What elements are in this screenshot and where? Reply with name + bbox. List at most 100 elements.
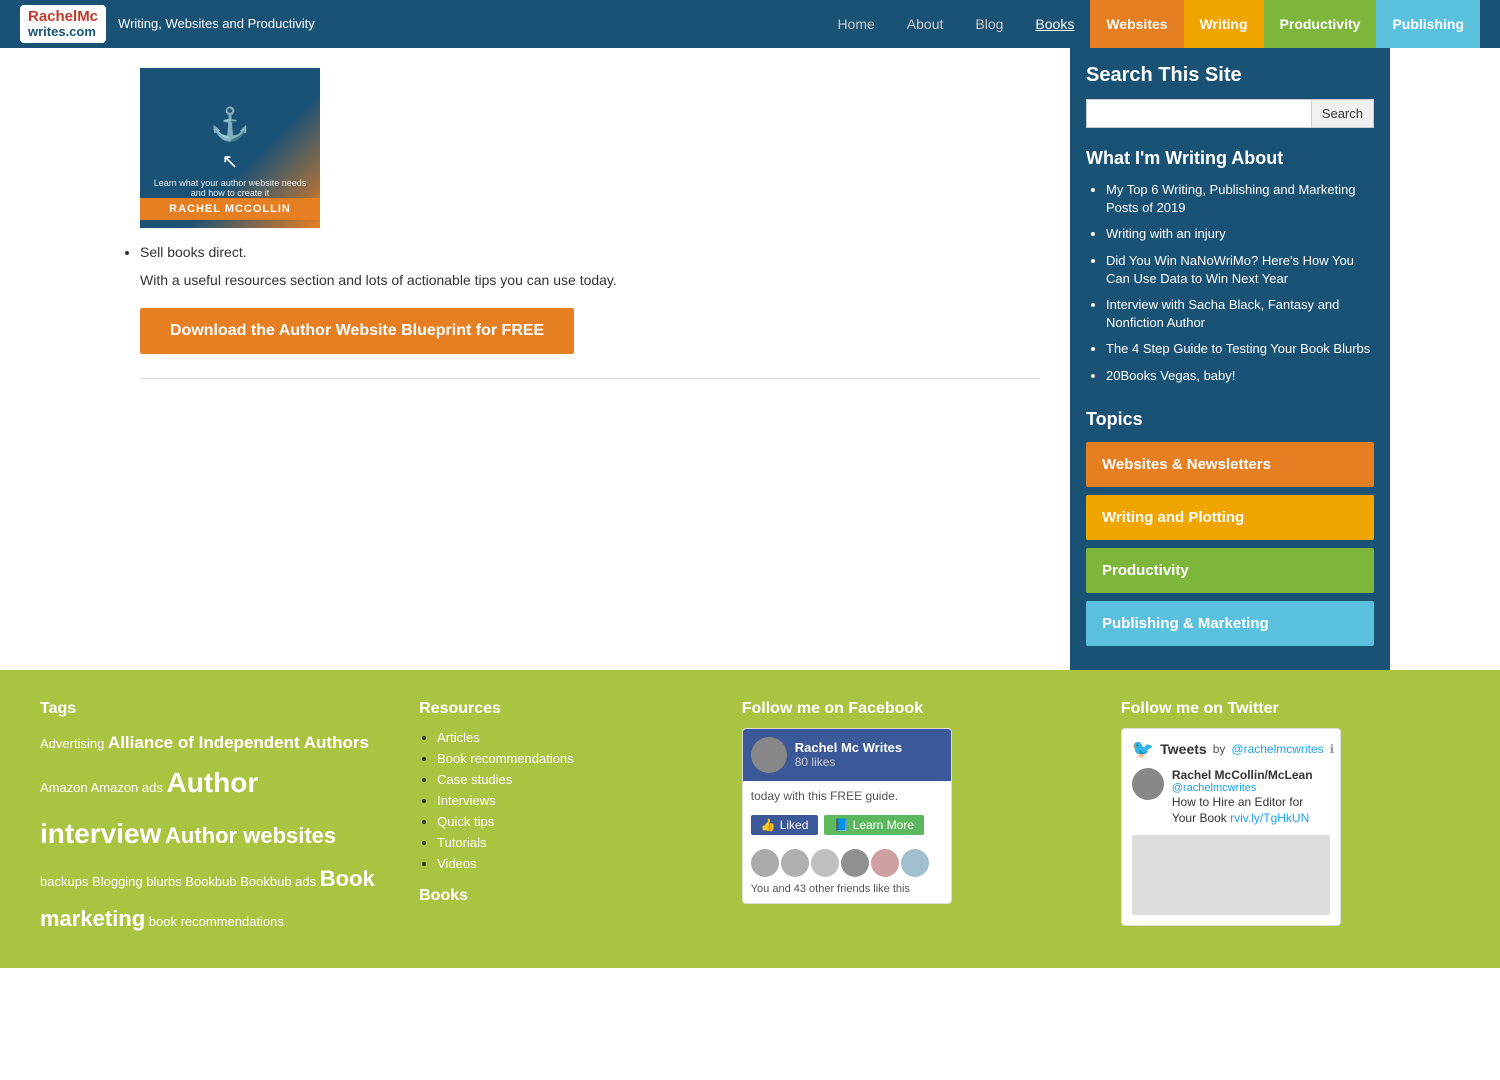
topic-writing-plotting[interactable]: Writing and Plotting <box>1086 495 1374 540</box>
cta-button[interactable]: Download the Author Website Blueprint fo… <box>140 308 574 354</box>
fb-learn-more-button[interactable]: 📘 Learn More <box>824 815 924 835</box>
footer: Tags Advertising Alliance of Independent… <box>0 670 1500 969</box>
tags-content: Advertising Alliance of Independent Auth… <box>40 728 379 939</box>
top-nav: RachelMc writes.com Writing, Websites an… <box>0 0 1500 48</box>
tag-backups[interactable]: backups <box>40 874 92 889</box>
resource-case-studies: Case studies <box>437 772 702 787</box>
tweet-content: Rachel McCollin/McLean @rachelmcwrites H… <box>1172 768 1330 828</box>
nav-publishing-button[interactable]: Publishing <box>1376 0 1480 48</box>
banner-area: ⚓ ↖ Learn what your author website needs… <box>140 68 1040 228</box>
divider <box>140 378 1040 379</box>
books-title: Books <box>419 887 702 905</box>
nav-writing-button[interactable]: Writing <box>1184 0 1264 48</box>
tag-amazon[interactable]: Amazon <box>40 780 91 795</box>
main-content: ⚓ ↖ Learn what your author website needs… <box>110 48 1070 670</box>
logo-line2: writes.com <box>28 25 98 39</box>
search-section-title: Search This Site <box>1086 64 1374 87</box>
nav-productivity-button[interactable]: Productivity <box>1264 0 1377 48</box>
sell-books-item: Sell books direct. <box>140 244 1040 260</box>
fb-actions: 👍 Liked 📘 Learn More <box>743 811 951 843</box>
facebook-widget: Rachel Mc Writes 80 likes today with thi… <box>742 728 952 904</box>
tags-title: Tags <box>40 700 379 718</box>
search-input[interactable] <box>1086 99 1312 128</box>
writing-about-item-3: Interview with Sacha Black, Fantasy and … <box>1106 296 1374 332</box>
nav-books[interactable]: Books <box>1019 0 1090 48</box>
tag-blurbs[interactable]: blurbs <box>146 874 185 889</box>
tag-blogging[interactable]: Blogging <box>92 874 146 889</box>
fb-avatar <box>751 737 787 773</box>
banner-author-name: RACHEL MCCOLLIN <box>140 198 320 220</box>
resource-interviews: Interviews <box>437 793 702 808</box>
tweet-author-handle: @rachelmcwrites <box>1172 782 1330 794</box>
resources-list: Articles Book recommendations Case studi… <box>419 730 702 871</box>
writing-about-item-0: My Top 6 Writing, Publishing and Marketi… <box>1106 181 1374 217</box>
fb-body: today with this FREE guide. <box>743 781 951 811</box>
writing-about-item-4: The 4 Step Guide to Testing Your Book Bl… <box>1106 340 1374 358</box>
fb-likes: 80 likes <box>795 755 902 769</box>
thumbs-up-icon: 👍 <box>761 818 776 832</box>
fb-info: Rachel Mc Writes 80 likes <box>795 740 902 769</box>
fb-friend-4 <box>841 849 869 877</box>
banner-image: ⚓ ↖ Learn what your author website needs… <box>140 68 320 228</box>
anchor-icon: ⚓ <box>210 105 250 143</box>
fb-friend-5 <box>871 849 899 877</box>
tweets-label: Tweets <box>1160 741 1206 757</box>
fb-like-button[interactable]: 👍 Liked <box>751 815 819 835</box>
twitter-header: 🐦 Tweets by @rachelmcwrites ℹ <box>1132 739 1330 760</box>
twitter-handle[interactable]: @rachelmcwrites <box>1231 742 1323 756</box>
fb-friend-2 <box>781 849 809 877</box>
twitter-widget: 🐦 Tweets by @rachelmcwrites ℹ Rachel McC… <box>1121 728 1341 927</box>
description-text: With a useful resources section and lots… <box>140 272 1040 288</box>
banner-img-content: ⚓ ↖ Learn what your author website needs… <box>140 105 320 198</box>
writing-about-item-1: Writing with an injury <box>1106 225 1374 243</box>
nav-websites-button[interactable]: Websites <box>1090 0 1183 48</box>
main-list: Sell books direct. <box>140 244 1040 260</box>
logo-box: RachelMc writes.com <box>20 5 106 44</box>
search-box: Search <box>1086 99 1374 128</box>
tag-amazon-ads[interactable]: Amazon ads <box>91 780 167 795</box>
writing-about-title: What I'm Writing About <box>1086 148 1374 169</box>
tag-bookbub[interactable]: Bookbub <box>185 874 240 889</box>
topic-websites-newsletters[interactable]: Websites & Newsletters <box>1086 442 1374 487</box>
nav-about[interactable]: About <box>891 0 960 48</box>
resource-quick-tips: Quick tips <box>437 814 702 829</box>
resource-videos: Videos <box>437 856 702 871</box>
writing-about-section: What I'm Writing About My Top 6 Writing,… <box>1086 148 1374 385</box>
tag-alliance[interactable]: Alliance of Independent Authors <box>108 733 369 752</box>
fb-friend-3 <box>811 849 839 877</box>
nav-blog[interactable]: Blog <box>959 0 1019 48</box>
fb-friend-6 <box>901 849 929 877</box>
tweet-text: How to Hire an Editor for Your Book rviv… <box>1172 794 1330 828</box>
topic-productivity[interactable]: Productivity <box>1086 548 1374 593</box>
nav-home[interactable]: Home <box>821 0 890 48</box>
resources-title: Resources <box>419 700 702 718</box>
fb-friends-text: You and 43 other friends like this <box>743 883 951 903</box>
sidebar: Search This Site Search What I'm Writing… <box>1070 48 1390 670</box>
twitter-image <box>1132 835 1330 915</box>
topics-title: Topics <box>1086 409 1374 430</box>
topics-section: Topics Websites & Newsletters Writing an… <box>1086 409 1374 646</box>
resources-column: Resources Articles Book recommendations … <box>419 700 702 939</box>
tweet-author-name: Rachel McCollin/McLean <box>1172 768 1330 782</box>
tag-bookbub-ads[interactable]: Bookbub ads <box>240 874 320 889</box>
tag-advertising[interactable]: Advertising <box>40 736 108 751</box>
by-label: by <box>1213 742 1226 756</box>
topic-publishing-marketing[interactable]: Publishing & Marketing <box>1086 601 1374 646</box>
twitter-column: Follow me on Twitter 🐦 Tweets by @rachel… <box>1121 700 1460 939</box>
logo-tagline: Writing, Websites and Productivity <box>118 16 315 31</box>
resource-tutorials: Tutorials <box>437 835 702 850</box>
facebook-column: Follow me on Facebook Rachel Mc Writes 8… <box>742 700 1081 939</box>
twitter-info-icon: ℹ <box>1330 742 1335 756</box>
tweet-link[interactable]: rviv.ly/TgHkUN <box>1230 811 1309 825</box>
banner-small-text: Learn what your author website needs and… <box>140 178 320 198</box>
writing-about-list: My Top 6 Writing, Publishing and Marketi… <box>1086 181 1374 385</box>
logo-area: RachelMc writes.com Writing, Websites an… <box>20 5 315 44</box>
tag-book-recommendations[interactable]: book recommendations <box>149 914 284 929</box>
tag-author-websites[interactable]: Author websites <box>165 823 336 848</box>
facebook-title: Follow me on Facebook <box>742 700 1081 718</box>
resource-book-recs: Book recommendations <box>437 751 702 766</box>
writing-about-item-5: 20Books Vegas, baby! <box>1106 367 1374 385</box>
resource-articles: Articles <box>437 730 702 745</box>
twitter-title: Follow me on Twitter <box>1121 700 1460 718</box>
search-button[interactable]: Search <box>1312 99 1374 128</box>
